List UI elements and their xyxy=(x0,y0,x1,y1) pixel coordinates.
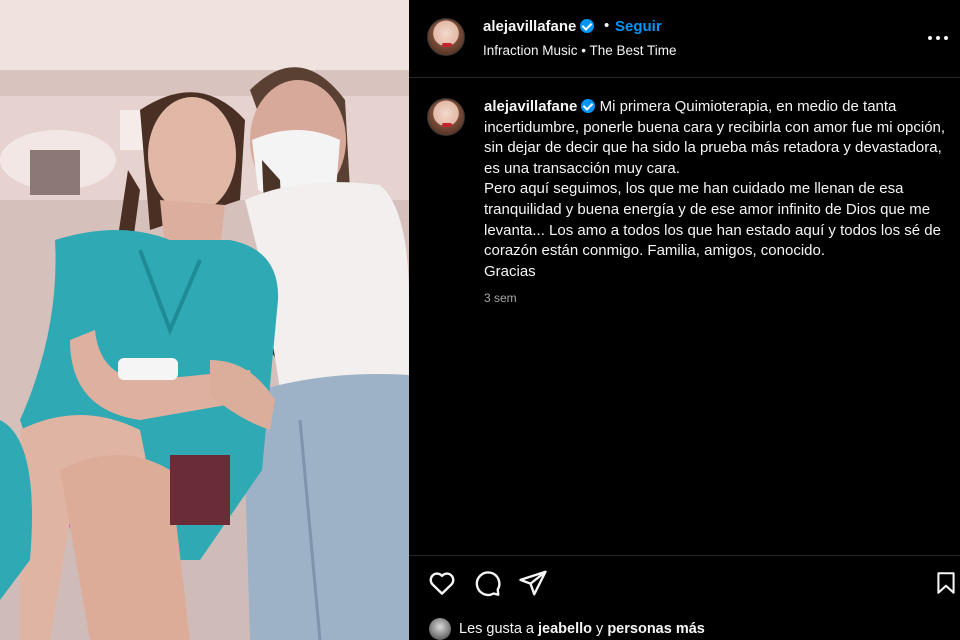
likes-others-link[interactable]: personas más xyxy=(607,621,705,637)
liker-username[interactable]: jeabello xyxy=(538,621,592,637)
likes-text: Les gusta a jeabello y personas más xyxy=(459,621,705,637)
follow-button[interactable]: Seguir xyxy=(615,18,662,35)
post-photo[interactable] xyxy=(0,0,409,640)
comment-icon[interactable] xyxy=(472,568,502,598)
verified-badge-icon xyxy=(581,99,596,113)
header-separator: • xyxy=(604,17,610,34)
more-options-icon[interactable] xyxy=(928,28,950,46)
audio-track[interactable]: Infraction Music • The Best Time xyxy=(483,43,677,58)
send-icon[interactable] xyxy=(518,568,548,598)
action-bar xyxy=(409,555,960,611)
liker-avatar[interactable] xyxy=(429,618,451,640)
post-detail-panel: alejavillafane • Seguir Infraction Music… xyxy=(409,0,960,640)
bookmark-icon[interactable] xyxy=(933,568,959,598)
caption-line-2: Pero aquí seguimos, los que me han cuida… xyxy=(484,180,941,260)
caption-username[interactable]: alejavillafane xyxy=(484,98,577,115)
likes-prefix: Les gusta a xyxy=(459,621,534,637)
caption-text: alejavillafane Mi primera Quimioterapia,… xyxy=(484,97,954,282)
author-username-text[interactable]: alejavillafane xyxy=(483,18,576,35)
likes-conjunction: y xyxy=(596,621,604,637)
heart-icon[interactable] xyxy=(427,568,457,598)
photo-illustration xyxy=(0,0,409,640)
caption-avatar[interactable] xyxy=(427,98,465,136)
post-timestamp[interactable]: 3 sem xyxy=(484,291,517,305)
author-username[interactable]: alejavillafane xyxy=(483,18,595,35)
likes-summary[interactable]: Les gusta a jeabello y personas más xyxy=(427,612,960,640)
verified-badge-icon xyxy=(580,19,595,33)
author-avatar[interactable] xyxy=(427,18,465,56)
caption-line-3: Gracias xyxy=(484,262,536,280)
post-header: alejavillafane • Seguir Infraction Music… xyxy=(409,0,960,78)
